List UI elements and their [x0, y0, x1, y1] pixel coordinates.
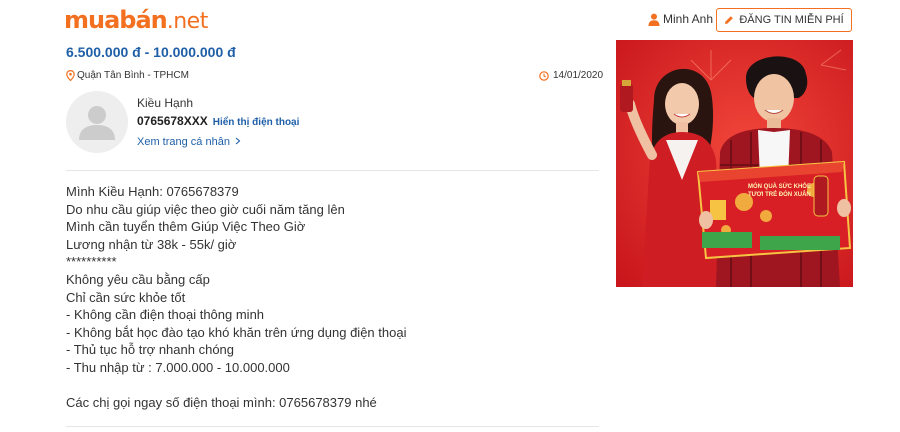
map-pin-icon	[66, 70, 75, 81]
description-line: Mình cần tuyển thêm Giúp Việc Theo Giờ	[66, 219, 306, 235]
gift-box-text-line1: MÓN QUÀ SỨC KHỎE	[748, 182, 811, 190]
chevron-right-icon	[235, 137, 241, 145]
post-button-label: ĐĂNG TIN MIỄN PHÍ	[739, 14, 844, 26]
location-text: Quận Tân Bình - TPHCM	[77, 70, 189, 81]
show-phone-link[interactable]: Hiển thị điện thoại	[213, 117, 300, 128]
logo-main-text: muabán	[64, 6, 168, 34]
description-line	[66, 377, 596, 395]
pencil-icon	[725, 16, 734, 24]
view-profile-link[interactable]: Xem trang cá nhân	[137, 136, 241, 148]
description-line: - Không bắt học đào tạo khó khăn trên ứn…	[66, 324, 407, 340]
listing-location: Quận Tân Bình - TPHCM	[66, 70, 189, 81]
clock-icon	[539, 70, 549, 81]
description-line: Các chị gọi ngay số điện thoại mình: 076…	[66, 395, 377, 411]
description-line: - Thu nhập từ : 7.000.000 - 10.000.000	[66, 359, 290, 375]
description-line: Lương nhận từ 38k - 55k/ giờ	[66, 236, 237, 252]
logo-tld-text: .net	[166, 9, 209, 34]
date-text: 14/01/2020	[553, 70, 604, 81]
ad-image: MÓN QUÀ SỨC KHỎE TƯƠI TRẺ ĐÓN XUÂN	[616, 40, 853, 287]
listing-price: 6.500.000 đ - 10.000.000 đ	[66, 44, 236, 60]
description-line: **********	[66, 254, 117, 270]
avatar[interactable]	[66, 91, 128, 153]
user-name: Minh Anh	[663, 12, 714, 26]
site-logo[interactable]: muabán .net	[64, 6, 208, 34]
user-menu[interactable]: Minh Anh	[648, 12, 713, 26]
seller-name: Kiều Hạnh	[137, 96, 194, 110]
description-line: Không yêu cầu bằng cấp	[66, 271, 210, 287]
description-line: Chỉ cần sức khỏe tốt	[66, 289, 186, 305]
view-profile-label: Xem trang cá nhân	[137, 136, 230, 148]
post-free-ad-button[interactable]: ĐĂNG TIN MIỄN PHÍ	[716, 8, 852, 32]
seller-phone-row: 0765678XXX Hiển thị điện thoại	[137, 114, 299, 128]
divider	[66, 170, 599, 171]
divider	[66, 426, 599, 427]
description-line: Do nhu cầu giúp việc theo giờ cuối năm t…	[66, 201, 345, 217]
description-line: - Không cần điện thoại thông minh	[66, 307, 265, 323]
user-icon	[648, 13, 660, 26]
listing-description: Mình Kiều Hạnh: 0765678379 Do nhu cầu gi…	[66, 183, 596, 412]
avatar-placeholder-icon	[66, 91, 128, 153]
advertisement-banner[interactable]: MÓN QUÀ SỨC KHỎE TƯƠI TRẺ ĐÓN XUÂN	[616, 40, 853, 287]
gift-box-text-line2: TƯƠI TRẺ ĐÓN XUÂN	[748, 190, 811, 198]
description-line: - Thủ tục hỗ trợ nhanh chóng	[66, 342, 235, 358]
listing-date: 14/01/2020	[539, 70, 603, 81]
seller-phone: 0765678XXX	[137, 114, 208, 128]
description-line: Mình Kiều Hạnh: 0765678379	[66, 184, 239, 199]
